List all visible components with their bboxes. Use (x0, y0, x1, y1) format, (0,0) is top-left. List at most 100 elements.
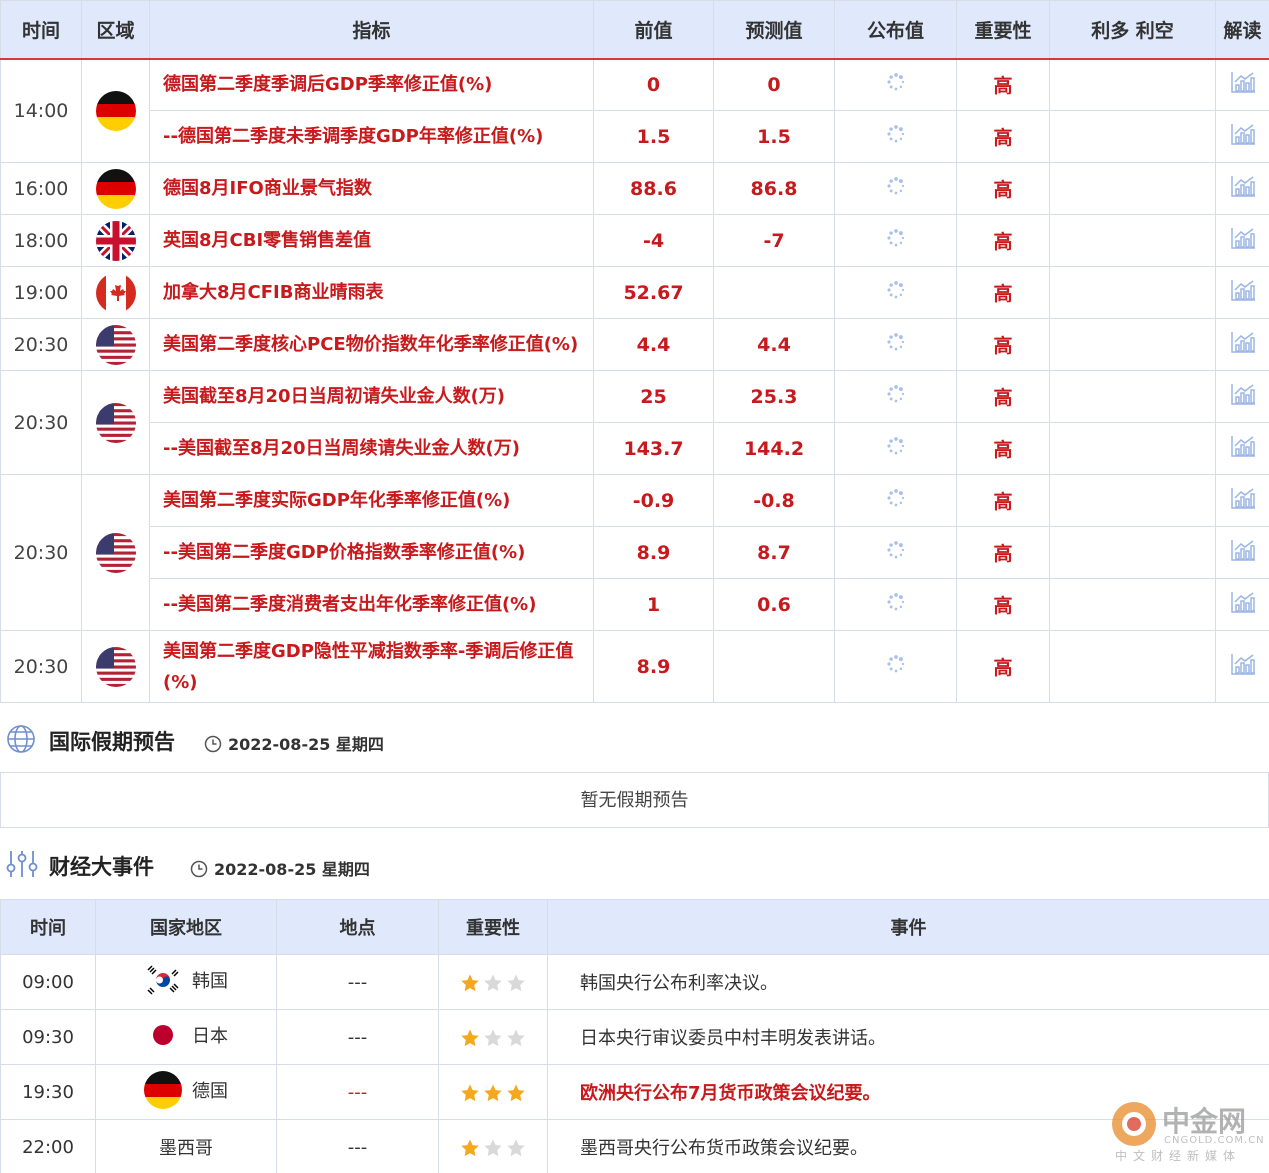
actual-value (834, 214, 957, 267)
previous-value: 4.4 (593, 318, 714, 371)
indicator-name[interactable]: --美国第二季度消费者支出年化季率修正值(%) (149, 578, 594, 631)
indicator-name[interactable]: 美国第二季度实际GDP年化季率修正值(%) (149, 474, 594, 527)
importance-value: 高 (956, 214, 1050, 267)
analysis-cell[interactable] (1215, 630, 1269, 703)
event-country: 德国 (95, 1064, 277, 1120)
flag-us-icon (95, 402, 136, 443)
forecast-value: 8.7 (713, 526, 835, 579)
forecast-value: 25.3 (713, 370, 835, 423)
importance-value: 高 (956, 526, 1050, 579)
bull-bear-cell (1049, 474, 1216, 527)
econ-time: 20:30 (0, 474, 82, 631)
event-time: 19:30 (0, 1064, 96, 1120)
analysis-cell[interactable] (1215, 110, 1269, 163)
region-flag (81, 162, 150, 215)
flag-us-icon (95, 324, 136, 365)
analysis-cell[interactable] (1215, 58, 1269, 111)
bull-bear-cell (1049, 630, 1216, 703)
chart-analysis-icon[interactable] (1230, 652, 1256, 681)
loading-spinner-icon (886, 176, 906, 201)
globe-icon (6, 724, 36, 758)
chart-analysis-icon[interactable] (1230, 226, 1256, 255)
analysis-cell[interactable] (1215, 214, 1269, 267)
chart-analysis-icon[interactable] (1230, 538, 1256, 567)
bull-bear-cell (1049, 58, 1216, 111)
actual-value (834, 578, 957, 631)
chart-analysis-icon[interactable] (1230, 434, 1256, 463)
forecast-value (713, 630, 835, 703)
col-region: 区域 (81, 0, 150, 60)
indicator-name[interactable]: 加拿大8月CFIB商业晴雨表 (149, 266, 594, 319)
analysis-cell[interactable] (1215, 578, 1269, 631)
event-importance (438, 1119, 548, 1173)
holiday-section-title: 国际假期预告 (49, 730, 175, 754)
bull-bear-cell (1049, 266, 1216, 319)
region-flag (81, 58, 150, 163)
event-time: 09:00 (0, 954, 96, 1010)
chart-analysis-icon[interactable] (1230, 330, 1256, 359)
region-flag (81, 630, 150, 703)
star-icon (461, 1139, 479, 1156)
chart-analysis-icon[interactable] (1230, 122, 1256, 151)
indicator-name[interactable]: 美国第二季度GDP隐性平减指数季率-季调后修正值(%) (149, 630, 594, 703)
actual-value (834, 422, 957, 475)
econ-row: --美国第二季度GDP价格指数季率修正值(%) 8.9 8.7 高 (1, 526, 1269, 579)
analysis-cell[interactable] (1215, 318, 1269, 371)
col-previous: 前值 (593, 0, 714, 60)
star-icon (507, 1139, 525, 1156)
actual-value (834, 266, 957, 319)
analysis-cell[interactable] (1215, 422, 1269, 475)
indicator-name[interactable]: 美国截至8月20日当周初请失业金人数(万) (149, 370, 594, 423)
events-table: 时间 国家地区 地点 重要性 事件 09:00 韩国 --- 韩国央行公布利率决议。 0… (0, 899, 1269, 1173)
chart-analysis-icon[interactable] (1230, 174, 1256, 203)
region-flag (81, 318, 150, 371)
loading-spinner-icon (886, 654, 906, 679)
indicator-name[interactable]: 德国第二季度季调后GDP季率修正值(%) (149, 58, 594, 111)
country-name: 德国 (192, 1080, 228, 1102)
bull-bear-cell (1049, 214, 1216, 267)
flag-ca-icon (95, 272, 136, 313)
forecast-value (713, 266, 835, 319)
previous-value: 25 (593, 370, 714, 423)
econ-row: --德国第二季度未季调季度GDP年率修正值(%) 1.5 1.5 高 (1, 110, 1269, 163)
logo-sub: 中文财经新媒体 (1115, 1149, 1242, 1163)
econ-time: 14:00 (0, 58, 82, 163)
chart-analysis-icon[interactable] (1230, 486, 1256, 515)
indicator-name[interactable]: --德国第二季度未季调季度GDP年率修正值(%) (149, 110, 594, 163)
analysis-cell[interactable] (1215, 370, 1269, 423)
analysis-cell[interactable] (1215, 526, 1269, 579)
chart-analysis-icon[interactable] (1230, 382, 1256, 411)
importance-stars (460, 973, 526, 993)
event-country: 韩国 (95, 954, 277, 1010)
econ-row: --美国截至8月20日当周续请失业金人数(万) 143.7 144.2 高 (1, 422, 1269, 475)
indicator-name[interactable]: 美国第二季度核心PCE物价指数年化季率修正值(%) (149, 318, 594, 371)
event-importance (438, 954, 548, 1010)
analysis-cell[interactable] (1215, 162, 1269, 215)
star-icon (461, 1029, 479, 1046)
econ-row: 20:30 美国第二季度实际GDP年化季率修正值(%) -0.9 -0.8 高 (0, 474, 1269, 631)
events-section-title: 财经大事件 (49, 855, 154, 879)
loading-spinner-icon (886, 488, 906, 513)
bull-bear-cell (1049, 370, 1216, 423)
chart-analysis-icon[interactable] (1230, 590, 1256, 619)
importance-value: 高 (956, 162, 1050, 215)
loading-spinner-icon (886, 540, 906, 565)
chart-analysis-icon[interactable] (1230, 70, 1256, 99)
econ-row: 16:00 德国8月IFO商业景气指数 88.6 86.8 高 (0, 162, 1269, 215)
logo-site: CNGOLD.COM.CN (1164, 1135, 1265, 1146)
region-flag (81, 214, 150, 267)
chart-analysis-icon[interactable] (1230, 278, 1256, 307)
flag-jp-icon (144, 1015, 182, 1054)
indicator-name[interactable]: --美国第二季度GDP价格指数季率修正值(%) (149, 526, 594, 579)
indicator-name[interactable]: 英国8月CBI零售销售差值 (149, 214, 594, 267)
bull-bear-cell (1049, 422, 1216, 475)
analysis-cell[interactable] (1215, 266, 1269, 319)
col-time: 时间 (0, 0, 82, 60)
ev-col-country: 国家地区 (95, 899, 277, 955)
indicator-name[interactable]: --美国截至8月20日当周续请失业金人数(万) (149, 422, 594, 475)
bull-bear-cell (1049, 318, 1216, 371)
indicator-name[interactable]: 德国8月IFO商业景气指数 (149, 162, 594, 215)
previous-value: -4 (593, 214, 714, 267)
clock-icon (190, 860, 208, 882)
analysis-cell[interactable] (1215, 474, 1269, 527)
